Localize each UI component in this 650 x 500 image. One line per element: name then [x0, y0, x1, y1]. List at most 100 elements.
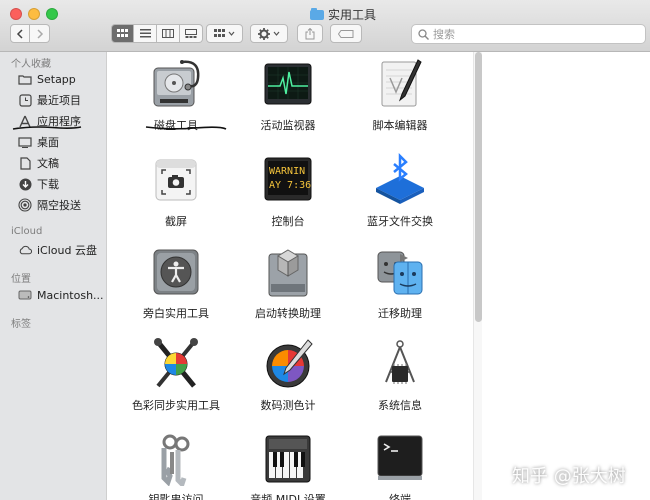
- app-voiceover-utility[interactable]: 旁白实用工具: [122, 244, 230, 321]
- zoom-button[interactable]: [46, 8, 58, 20]
- file-grid: 磁盘工具 活动监视器 脚本编辑器 截屏 WARNIN AY 7:36 控制台 蓝…: [108, 52, 473, 500]
- sidebar-item-label: 隔空投送: [37, 199, 81, 212]
- download-icon: [18, 177, 32, 191]
- chevron-left-icon: [16, 28, 23, 39]
- share-button[interactable]: [297, 24, 323, 43]
- app-migration-assistant[interactable]: 迁移助理: [346, 244, 454, 321]
- audio-midi-icon: [260, 430, 316, 486]
- app-bluetooth-exchange[interactable]: 蓝牙文件交换: [346, 152, 454, 229]
- column-view-button[interactable]: [157, 24, 180, 43]
- sidebar-item-label: iCloud 云盘: [37, 244, 97, 257]
- console-screen-line-2: AY 7:36: [269, 180, 311, 191]
- app-label: 旁白实用工具: [143, 307, 209, 320]
- app-colorsync-utility[interactable]: 色彩同步实用工具: [122, 336, 230, 413]
- handwritten-underline: [12, 126, 82, 130]
- script-editor-icon: [372, 56, 428, 112]
- app-label: 截屏: [165, 215, 187, 228]
- sidebar-item-label: 下载: [37, 178, 59, 191]
- app-label: 钥匙串访问: [148, 493, 204, 500]
- gear-icon: [258, 27, 270, 40]
- sidebar: 个人收藏 Setapp 最近项目 应用程序 桌面 文稿 下载 隔空投送 iClo…: [0, 52, 107, 500]
- folder-icon: [310, 7, 324, 20]
- sidebar-item-label: 桌面: [37, 136, 59, 149]
- sidebar-item-label: 最近项目: [37, 94, 81, 107]
- search-icon: [418, 28, 429, 40]
- app-label: 活动监视器: [260, 119, 316, 132]
- minimize-button[interactable]: [28, 8, 40, 20]
- grid-icon: [117, 29, 128, 37]
- window-title: 实用工具: [310, 6, 376, 23]
- window-controls: [10, 8, 58, 20]
- desktop-icon: [18, 135, 32, 149]
- sidebar-item-label: Macintosh...: [37, 288, 104, 302]
- app-label: 蓝牙文件交换: [367, 215, 433, 228]
- sidebar-section-locations: 位置: [11, 274, 31, 285]
- app-console[interactable]: WARNIN AY 7:36 控制台: [234, 152, 342, 229]
- app-label: 脚本编辑器: [372, 119, 428, 132]
- airdrop-icon: [18, 198, 32, 212]
- handwritten-underline: [145, 126, 227, 130]
- forward-button[interactable]: [30, 24, 50, 43]
- sidebar-item-label: Setapp: [37, 72, 76, 86]
- gallery-icon: [185, 29, 197, 38]
- gallery-view-button[interactable]: [180, 24, 203, 43]
- search-field[interactable]: [411, 24, 646, 44]
- finder-window: 实用工具 搜索 个人收藏 Setapp 最近项目 应用程序 桌面 文稿 下载 隔…: [0, 0, 650, 500]
- chevron-down-icon: [273, 31, 280, 36]
- console-screen-line-1: WARNIN: [269, 166, 305, 177]
- voiceover-icon: [148, 244, 204, 300]
- chevron-right-icon: [36, 28, 43, 39]
- app-label: 数码测色计: [260, 399, 316, 412]
- sidebar-item-setapp[interactable]: Setapp: [18, 70, 107, 88]
- app-boot-camp-assistant[interactable]: 启动转换助理: [234, 244, 342, 321]
- scrollbar-thumb[interactable]: [475, 52, 482, 322]
- vertical-scrollbar[interactable]: [473, 52, 482, 500]
- sidebar-item-recents[interactable]: 最近项目: [18, 91, 107, 109]
- app-label: 色彩同步实用工具: [132, 399, 220, 412]
- grid-icon: [214, 29, 225, 37]
- app-terminal[interactable]: 终端: [346, 430, 454, 500]
- disk-utility-icon: [148, 56, 204, 112]
- list-icon: [139, 29, 151, 38]
- sidebar-item-desktop[interactable]: 桌面: [18, 133, 107, 151]
- app-digital-color-meter[interactable]: 数码测色计: [234, 336, 342, 413]
- app-label: 控制台: [271, 215, 305, 228]
- tag-icon: [338, 29, 354, 38]
- app-label: 启动转换助理: [255, 307, 321, 320]
- app-screenshot[interactable]: 截屏: [122, 152, 230, 229]
- sidebar-item-macintosh-hd[interactable]: Macintosh...: [18, 286, 107, 304]
- sidebar-item-airdrop[interactable]: 隔空投送: [18, 196, 107, 214]
- columns-icon: [162, 29, 174, 38]
- app-disk-utility[interactable]: 磁盘工具: [122, 56, 230, 133]
- app-label: 迁移助理: [378, 307, 422, 320]
- back-button[interactable]: [10, 24, 30, 43]
- clock-icon: [18, 93, 32, 107]
- sidebar-item-label: 文稿: [37, 157, 59, 170]
- cloud-icon: [18, 243, 32, 257]
- action-button[interactable]: [250, 24, 288, 43]
- group-by-button[interactable]: [206, 24, 243, 43]
- sidebar-item-documents[interactable]: 文稿: [18, 154, 107, 172]
- app-activity-monitor[interactable]: 活动监视器: [234, 56, 342, 133]
- sidebar-item-icloud-drive[interactable]: iCloud 云盘: [18, 241, 107, 259]
- close-button[interactable]: [10, 8, 22, 20]
- icon-view-button[interactable]: [111, 24, 134, 43]
- app-label: 音频 MIDI 设置: [250, 493, 326, 500]
- app-audio-midi-setup[interactable]: 音频 MIDI 设置: [234, 430, 342, 500]
- colorsync-icon: [148, 336, 204, 392]
- app-keychain-access[interactable]: 钥匙串访问: [122, 430, 230, 500]
- app-label: 终端: [389, 493, 411, 500]
- search-input[interactable]: [433, 27, 633, 41]
- share-icon: [305, 27, 315, 39]
- console-icon: WARNIN AY 7:36: [260, 152, 316, 208]
- activity-monitor-icon: [260, 56, 316, 112]
- sidebar-item-downloads[interactable]: 下载: [18, 175, 107, 193]
- app-script-editor[interactable]: 脚本编辑器: [346, 56, 454, 133]
- sidebar-section-icloud: iCloud: [11, 226, 43, 237]
- bootcamp-icon: [260, 244, 316, 300]
- keychain-icon: [148, 430, 204, 489]
- tags-button[interactable]: [330, 24, 362, 43]
- chevron-down-icon: [228, 31, 235, 36]
- list-view-button[interactable]: [134, 24, 157, 43]
- app-system-information[interactable]: 系统信息: [346, 336, 454, 413]
